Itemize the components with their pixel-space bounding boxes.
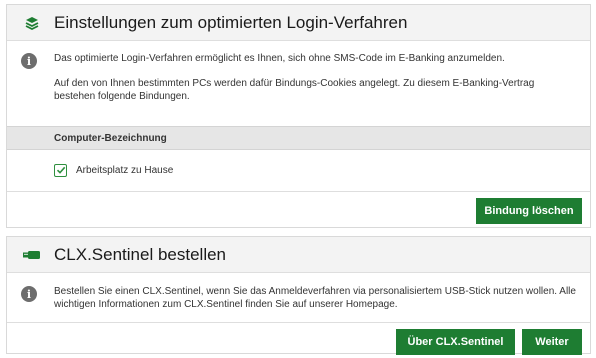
delete-binding-button[interactable]: Bindung löschen — [476, 198, 582, 224]
checkmark-icon — [56, 166, 65, 174]
sentinel-info-text: Bestellen Sie einen CLX.Sentinel, wenn S… — [54, 285, 576, 323]
login-settings-title: Einstellungen zum optimierten Login-Verf… — [54, 12, 408, 32]
binding-label: Arbeitsplatz zu Hause — [76, 164, 174, 176]
sentinel-header: CLX.Sentinel bestellen — [7, 237, 590, 273]
login-settings-panel: Einstellungen zum optimierten Login-Verf… — [6, 4, 591, 228]
sentinel-info-paragraph: Bestellen Sie einen CLX.Sentinel, wenn S… — [54, 286, 576, 310]
binding-checkbox[interactable] — [54, 163, 67, 177]
stacked-layers-icon — [23, 14, 41, 32]
usb-stick-icon — [23, 246, 41, 264]
login-info-paragraph-2: Auf den von Ihnen bestimmten PCs werden … — [54, 78, 535, 102]
divider — [7, 322, 590, 323]
login-settings-header: Einstellungen zum optimierten Login-Verf… — [7, 5, 590, 41]
info-icon: i — [21, 53, 37, 69]
next-button[interactable]: Weiter — [522, 329, 582, 355]
login-info-text: Das optimierte Login-Verfahren ermöglich… — [54, 52, 576, 115]
login-info-row: i Das optimierte Login-Verfahren ermögli… — [7, 41, 590, 115]
sentinel-title: CLX.Sentinel bestellen — [54, 244, 227, 264]
column-header-computer-name: Computer-Bezeichnung — [7, 126, 590, 150]
sentinel-panel: CLX.Sentinel bestellen i Bestellen Sie e… — [6, 236, 591, 355]
login-info-paragraph-1: Das optimierte Login-Verfahren ermöglich… — [54, 53, 505, 64]
sentinel-info-row: i Bestellen Sie einen CLX.Sentinel, wenn… — [7, 273, 590, 323]
table-row[interactable]: Arbeitsplatz zu Hause — [7, 159, 590, 181]
divider — [7, 191, 590, 192]
about-sentinel-button[interactable]: Über CLX.Sentinel — [396, 329, 515, 355]
info-icon: i — [21, 286, 37, 302]
